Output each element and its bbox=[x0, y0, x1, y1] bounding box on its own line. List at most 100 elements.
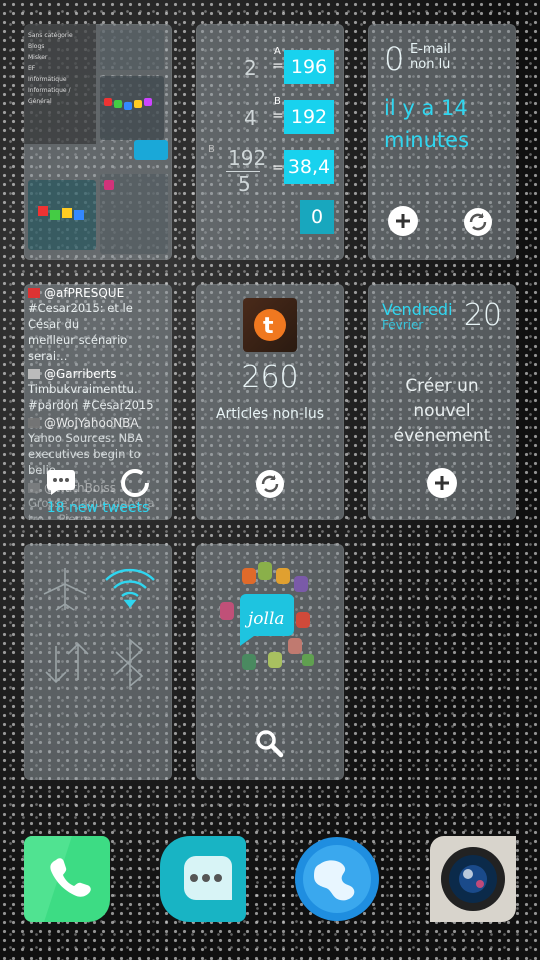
airplane-icon bbox=[43, 568, 87, 611]
loading-icon bbox=[121, 469, 149, 497]
camera-icon bbox=[430, 836, 516, 922]
mobile-data-toggle[interactable] bbox=[42, 638, 92, 688]
unread-label-line: E-mail bbox=[410, 42, 451, 57]
calc-numerator: 192 bbox=[228, 146, 267, 170]
jolla-logo-icon: jolla bbox=[220, 562, 314, 670]
tweet-handle: @WojYahooNBA bbox=[44, 416, 139, 430]
app-cover-twitter[interactable]: @afPRESQUE #Cesar2015: et le César du me… bbox=[24, 284, 172, 520]
app-cover-reader[interactable]: Sans catégorie Blogs Misker EF Informati… bbox=[24, 24, 172, 260]
calc-operand: 2 bbox=[244, 56, 257, 80]
preview-line: Misker bbox=[28, 54, 48, 61]
preview-line: Informatique bbox=[28, 76, 67, 83]
app-cover-email[interactable]: 0 E-mail non lu il y a 14 minutes bbox=[368, 24, 516, 260]
new-tweets-count: 18 new tweets bbox=[46, 500, 150, 516]
refresh-news-button[interactable] bbox=[254, 468, 286, 500]
calc-result: 192 bbox=[284, 100, 334, 134]
calc-row-4: 0 bbox=[196, 200, 344, 234]
tweet-handle: @afPRESQUE bbox=[44, 286, 125, 300]
calc-equals: = bbox=[272, 160, 284, 176]
tweet-text: Yahoo Sources: NBA bbox=[28, 431, 143, 445]
app-cover-calendar[interactable]: Vendredi Février 20 Créer un nouvel évén… bbox=[368, 284, 516, 520]
refresh-icon bbox=[256, 470, 284, 498]
refresh-tweets-button[interactable] bbox=[120, 468, 150, 498]
calc-result: 196 bbox=[284, 50, 334, 84]
calc-letter: A bbox=[274, 46, 281, 57]
calendar-weekday: Vendredi bbox=[382, 300, 453, 319]
calc-letter: B bbox=[274, 96, 281, 107]
calc-denominator: 5 bbox=[238, 172, 251, 196]
calc-equals: = bbox=[272, 58, 284, 74]
last-sync-time: il y a 14 minutes bbox=[384, 92, 469, 156]
app-logo-icon: t bbox=[243, 298, 297, 352]
create-event-line: Créer un bbox=[405, 376, 479, 396]
search-store-button[interactable] bbox=[254, 728, 284, 758]
app-cover-store[interactable]: jolla bbox=[196, 544, 344, 780]
refresh-icon bbox=[464, 208, 492, 236]
calc-row-3: B 192 5 = 38,4 bbox=[196, 144, 344, 196]
app-cover-news-reader[interactable]: t 260 Articles non-lus bbox=[196, 284, 344, 520]
plus-icon bbox=[388, 206, 418, 236]
avatar bbox=[28, 483, 40, 493]
svg-text:jolla: jolla bbox=[244, 609, 285, 629]
last-sync-line: minutes bbox=[384, 128, 470, 152]
preview-tile bbox=[100, 30, 164, 70]
tweet-item: @Garriberts Timbukvraimenttu. #pardon #C… bbox=[28, 367, 168, 413]
unread-label: E-mail non lu bbox=[410, 42, 451, 72]
new-event-button[interactable] bbox=[427, 468, 457, 498]
preview-line: Blogs bbox=[28, 43, 45, 50]
unread-articles-count: 260 bbox=[241, 360, 299, 395]
refresh-email-button[interactable] bbox=[462, 206, 494, 238]
calc-row-2: 4 B = 192 bbox=[196, 96, 344, 134]
preview-tile bbox=[134, 140, 168, 160]
calc-equals: = bbox=[272, 108, 284, 124]
preview-tile bbox=[100, 76, 164, 140]
avatar bbox=[28, 418, 40, 428]
wifi-toggle[interactable] bbox=[104, 566, 156, 610]
app-cover-calculator[interactable]: 2 A = 196 4 B = 192 B 192 5 = 38,4 0 bbox=[196, 24, 344, 260]
messages-app-button[interactable] bbox=[160, 836, 246, 922]
browser-app-button[interactable] bbox=[294, 836, 380, 922]
camera-app-button[interactable] bbox=[430, 836, 516, 922]
tweet-text: #Cesar2015: et le César du bbox=[28, 301, 133, 331]
airplane-mode-toggle[interactable] bbox=[40, 564, 90, 614]
wifi-icon bbox=[105, 568, 155, 608]
new-tweet-button[interactable] bbox=[46, 468, 76, 496]
preview-line: EF bbox=[28, 65, 36, 72]
calendar-day: 20 bbox=[463, 298, 502, 333]
create-event-line: nouvel bbox=[413, 401, 471, 421]
plus-icon bbox=[427, 468, 457, 498]
tweet-text: #pardon #Cesar2015 bbox=[28, 398, 154, 412]
mobile-data-icon bbox=[45, 642, 89, 684]
tweet-text: meilleur scénario serai… bbox=[28, 333, 128, 363]
avatar bbox=[28, 369, 40, 379]
phone-app-button[interactable] bbox=[24, 836, 110, 922]
app-cover-settings[interactable] bbox=[24, 544, 172, 780]
preview-sidebar: Sans catégorie Blogs Misker EF Informati… bbox=[24, 24, 96, 144]
preview-tile bbox=[28, 180, 96, 250]
unread-label-line: non lu bbox=[410, 57, 451, 72]
globe-icon bbox=[295, 837, 379, 921]
new-email-button[interactable] bbox=[388, 206, 418, 236]
unread-count: 0 bbox=[384, 40, 405, 78]
search-icon bbox=[256, 730, 284, 758]
calendar-month: Février bbox=[382, 318, 424, 332]
avatar bbox=[28, 288, 40, 298]
preview-line: Sans catégorie bbox=[28, 32, 73, 39]
preview-line: Informatique / Général bbox=[28, 87, 71, 105]
calc-letter: B bbox=[208, 144, 215, 155]
create-event-label: Créer un nouvel événement bbox=[368, 374, 516, 449]
chat-bubble-icon bbox=[47, 470, 75, 495]
tweet-item: @afPRESQUE #Cesar2015: et le César du me… bbox=[28, 286, 168, 364]
calc-operand: 4 bbox=[244, 106, 257, 130]
calc-row-1: 2 A = 196 bbox=[196, 46, 344, 84]
create-event-line: événement bbox=[393, 426, 491, 446]
unread-articles-label: Articles non-lus bbox=[215, 406, 325, 422]
bluetooth-icon bbox=[115, 638, 144, 688]
calc-result: 0 bbox=[300, 200, 334, 234]
calc-result: 38,4 bbox=[284, 150, 334, 184]
bluetooth-toggle[interactable] bbox=[108, 638, 152, 688]
preview-tile bbox=[100, 174, 168, 254]
tweet-text: Timbukvraimenttu. bbox=[28, 382, 138, 396]
messages-icon bbox=[160, 836, 246, 922]
svg-text:t: t bbox=[263, 314, 274, 339]
